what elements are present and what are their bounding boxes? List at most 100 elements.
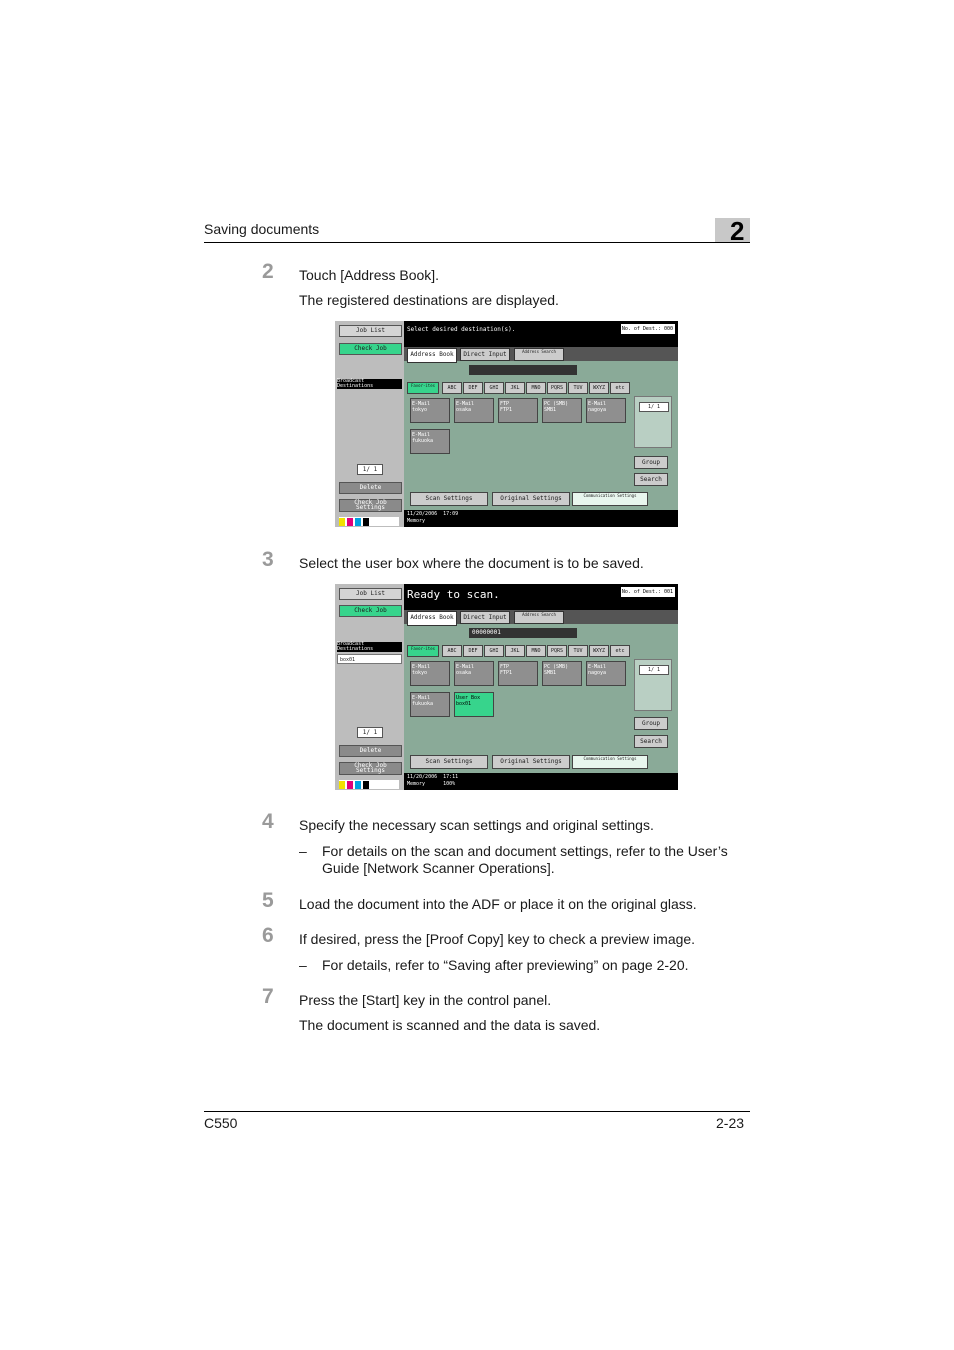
destination-button[interactable]: E-Mail tokyo: [410, 398, 450, 423]
index-def[interactable]: DEF: [463, 645, 483, 657]
step-text: Load the document into the ADF or place …: [299, 896, 697, 912]
step-number: 4: [262, 810, 274, 833]
destination-button[interactable]: FTP FTP1: [498, 398, 538, 423]
index-pqrs[interactable]: PQRS: [547, 382, 567, 394]
scan-settings-button[interactable]: Scan Settings: [410, 492, 488, 506]
tab-address-search[interactable]: Address Search: [514, 348, 564, 361]
status-time: 17:11: [443, 774, 459, 780]
step-number: 2: [262, 260, 274, 283]
scan-settings-button[interactable]: Scan Settings: [410, 755, 488, 769]
yellow-toner-icon: [339, 780, 345, 789]
cyan-toner-icon: [355, 517, 361, 526]
search-button[interactable]: Search: [634, 473, 668, 486]
dest-name: tokyo: [412, 670, 428, 676]
input-field[interactable]: [469, 365, 577, 375]
index-etc[interactable]: etc: [610, 382, 630, 394]
user-box-button[interactable]: User Box box01: [454, 692, 494, 717]
destination-button[interactable]: E-Mail osaka: [454, 661, 494, 686]
dest-counter: No. of Dest.: 001: [621, 587, 675, 597]
index-ghi[interactable]: GHI: [484, 645, 504, 657]
magenta-toner-icon: [347, 780, 353, 789]
broadcast-heading: Broadcast Destinations: [337, 642, 402, 652]
index-abc[interactable]: ABC: [442, 645, 462, 657]
message-text: Ready to scan.: [407, 588, 500, 601]
index-def[interactable]: DEF: [463, 382, 483, 394]
destination-button[interactable]: E-Mail fukuoka: [410, 692, 450, 717]
status-mode: Memory: [407, 518, 426, 524]
tab-address-book[interactable]: Address Book: [407, 611, 457, 626]
index-etc[interactable]: etc: [610, 645, 630, 657]
destination-button[interactable]: PC (SMB) SMB1: [542, 398, 582, 423]
index-mno[interactable]: MNO: [526, 645, 546, 657]
delete-button[interactable]: Delete: [339, 482, 402, 494]
check-settings-button[interactable]: Check Job Settings: [339, 762, 402, 775]
message-bar: Select desired destination(s). No. of De…: [404, 321, 678, 347]
destination-button[interactable]: E-Mail nagoya: [586, 398, 626, 423]
status-date: 11/20/2006: [407, 511, 438, 517]
dest-name: FTP1: [500, 407, 513, 413]
black-toner-icon: [363, 780, 369, 789]
destination-button[interactable]: E-Mail osaka: [454, 398, 494, 423]
job-list-button[interactable]: Job List: [339, 588, 402, 600]
destination-button[interactable]: E-Mail tokyo: [410, 661, 450, 686]
dest-counter: No. of Dest.: 000: [621, 324, 675, 334]
index-favorites[interactable]: Favor-ites: [407, 382, 439, 394]
index-abc[interactable]: ABC: [442, 382, 462, 394]
left-panel: Job List Check Job Broadcast Destination…: [335, 584, 404, 790]
index-wxyz[interactable]: WXYZ: [589, 645, 609, 657]
screenshot-user-box-selected: Job List Check Job Broadcast Destination…: [335, 584, 678, 790]
step-number: 3: [262, 548, 274, 571]
selected-user-box[interactable]: box01: [337, 654, 402, 664]
group-button[interactable]: Group: [634, 456, 668, 469]
index-favorites[interactable]: Favor-ites: [407, 645, 439, 657]
check-job-button[interactable]: Check Job: [339, 343, 402, 355]
tab-row: Address Book Direct Input Address Search: [404, 347, 678, 363]
bullet-dash: –: [299, 957, 307, 973]
delete-button[interactable]: Delete: [339, 745, 402, 757]
main-panel: Ready to scan. No. of Dest.: 001 Address…: [404, 584, 678, 790]
status-date: 11/20/2006: [407, 774, 438, 780]
index-tuv[interactable]: TUV: [568, 645, 588, 657]
sub-note: For details on the scan and document set…: [322, 843, 728, 876]
index-jkl[interactable]: JKL: [505, 645, 525, 657]
tab-direct-input[interactable]: Direct Input: [460, 348, 510, 361]
magenta-toner-icon: [347, 517, 353, 526]
index-jkl[interactable]: JKL: [505, 382, 525, 394]
dest-name: fukuoka: [412, 701, 434, 707]
step-number: 5: [262, 889, 274, 912]
original-settings-button[interactable]: Original Settings: [492, 755, 570, 769]
dest-name: tokyo: [412, 407, 428, 413]
dest-name: nagoya: [588, 670, 607, 676]
index-ghi[interactable]: GHI: [484, 382, 504, 394]
input-field[interactable]: 00000001: [469, 628, 577, 638]
group-button[interactable]: Group: [634, 717, 668, 730]
index-wxyz[interactable]: WXYZ: [589, 382, 609, 394]
message-text: Select desired destination(s).: [407, 326, 516, 333]
original-settings-button[interactable]: Original Settings: [492, 492, 570, 506]
communication-settings-button[interactable]: Communication Settings: [572, 492, 648, 506]
check-job-button[interactable]: Check Job: [339, 605, 402, 617]
destination-button[interactable]: E-Mail nagoya: [586, 661, 626, 686]
index-tuv[interactable]: TUV: [568, 382, 588, 394]
dest-name: nagoya: [588, 407, 607, 413]
job-list-button[interactable]: Job List: [339, 325, 402, 337]
dest-name: osaka: [456, 670, 472, 676]
step-text: Press the [Start] key in the control pan…: [299, 992, 552, 1008]
tab-direct-input[interactable]: Direct Input: [460, 611, 510, 624]
page-panel: 1/ 1: [634, 659, 672, 711]
footer-model: C550: [204, 1115, 238, 1131]
search-button[interactable]: Search: [634, 735, 668, 748]
destination-button[interactable]: E-Mail fukuoka: [410, 429, 450, 454]
communication-settings-button[interactable]: Communication Settings: [572, 755, 648, 769]
check-settings-button[interactable]: Check Job Settings: [339, 499, 402, 512]
tab-address-search[interactable]: Address Search: [514, 611, 564, 624]
status-memory-pct: 100%: [443, 781, 456, 787]
index-pqrs[interactable]: PQRS: [547, 645, 567, 657]
footer-page-number: 2-23: [716, 1115, 745, 1131]
tab-address-book[interactable]: Address Book: [407, 348, 457, 363]
destination-button[interactable]: FTP FTP1: [498, 661, 538, 686]
index-mno[interactable]: MNO: [526, 382, 546, 394]
status-mode: Memory: [407, 781, 426, 787]
destination-button[interactable]: PC (SMB) SMB1: [542, 661, 582, 686]
dest-name: SMB1: [544, 670, 557, 676]
